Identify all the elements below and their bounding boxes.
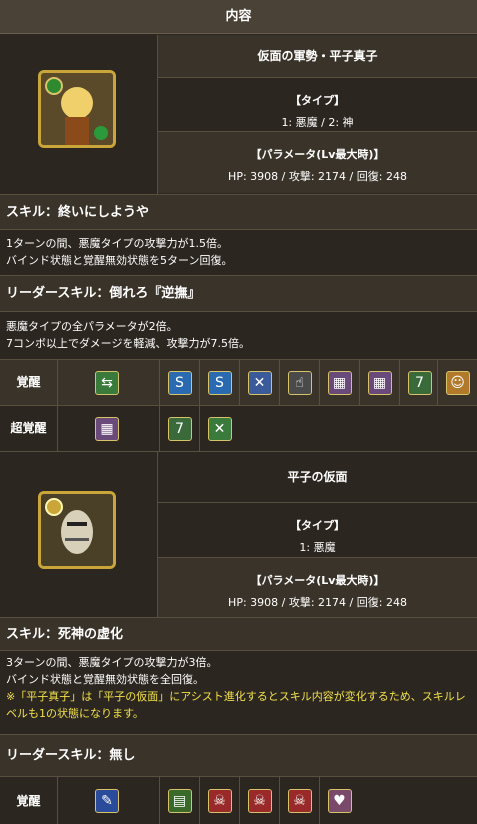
awakening-heart-plus-icon[interactable]: ♥ <box>319 777 359 824</box>
super-awakening-label: 超覚醒 <box>0 406 58 451</box>
card1-type-value: 1: 悪魔 / 2: 神 <box>281 116 354 129</box>
awakening-label: 覚醒 <box>0 360 58 405</box>
section-title: 内容 <box>225 9 252 24</box>
card2-skill-note: ※「平子真子」は「平子の仮面」にアシスト進化するとスキル内容が変化するため、スキ… <box>6 690 466 720</box>
super-awakening-sbr-icon[interactable]: ✕ <box>199 406 239 451</box>
card2-leader-title-row: リーダースキル：無し <box>0 734 477 776</box>
card1-param-label: 【パラメータ(Lv最大時)】 <box>250 148 385 161</box>
awakening-devil-killer-icon[interactable]: ☠ <box>279 777 319 824</box>
awakening-seven-combo-icon[interactable]: ▦ <box>319 360 359 405</box>
awakening-bind-resist-icon[interactable]: ☺ <box>437 360 477 405</box>
card2-portrait[interactable] <box>38 491 116 569</box>
card1-skill-desc: 1ターンの間、悪魔タイプの攻撃力が1.5倍。 バインド状態と覚醒無効状態を5ター… <box>0 229 477 275</box>
card1-awakening-row: 覚醒 ⇆ S S ✕ ☝ ▦ ▦ 7 ☺ <box>0 359 477 405</box>
awakening-sb-plus-icon[interactable]: ▤ <box>159 777 199 824</box>
awakening-seven-combo-plus-icon[interactable]: 7 <box>399 360 439 405</box>
section-header: 内容 <box>0 0 477 34</box>
card1-super-awakening-row: 超覚醒 ▦ 7 ✕ <box>0 405 477 451</box>
card2-param-label: 【パラメータ(Lv最大時)】 <box>250 574 385 587</box>
card2-param-value: HP: 3908 / 攻撃: 2174 / 回復: 248 <box>228 596 407 609</box>
card2-skill-title-row: スキル：死神の虚化 <box>0 617 477 650</box>
awakening-devil-killer-icon[interactable]: ☠ <box>199 777 239 824</box>
card1-info: 仮面の軍勢・平子真子 【タイプ】 1: 悪魔 / 2: 神 【パラメータ(Lv最… <box>158 35 477 194</box>
card2-leader-title: リーダースキル：無し <box>6 748 136 763</box>
card2-skill-desc-line: バインド状態と覚醒無効状態を全回復。 <box>6 673 204 686</box>
card1-leader-desc: 悪魔タイプの全パラメータが2倍。 7コンボ以上でダメージを軽減、攻撃力が7.5倍… <box>0 311 477 359</box>
card2-type-label: 【タイプ】 <box>290 519 345 532</box>
card1-leader-title-row: リーダースキル：倒れろ『逆撫』 <box>0 275 477 311</box>
super-awakening-seven-combo-plus-icon[interactable]: 7 <box>159 406 199 451</box>
awakening-seven-combo-icon[interactable]: ▦ <box>359 360 399 405</box>
card2-skill-title: スキル：死神の虚化 <box>6 627 124 642</box>
card1-skill-desc-line: バインド状態と覚醒無効状態を5ターン回復。 <box>6 254 233 267</box>
card1-type-label: 【タイプ】 <box>290 94 345 107</box>
awakening-devil-killer-icon[interactable]: ☠ <box>239 777 279 824</box>
card2-name: 平子の仮面 <box>158 452 477 502</box>
card2-skill-desc: 3ターンの間、悪魔タイプの攻撃力が3倍。 バインド状態と覚醒無効状態を全回復。 … <box>0 650 477 734</box>
awakening-two-way-icon[interactable]: ☝ <box>279 360 319 405</box>
super-awakening-seven-combo-icon[interactable]: ▦ <box>87 406 127 451</box>
card1-portrait[interactable] <box>38 70 116 148</box>
card1-portrait-cell <box>0 35 158 194</box>
card2-awakening-row: 覚醒 ✎ ▤ ☠ ☠ ☠ ♥ <box>0 776 477 824</box>
card2-info: 平子の仮面 【タイプ】 1: 悪魔 【パラメータ(Lv最大時)】 HP: 390… <box>158 451 477 617</box>
card1-leader-desc-line: 7コンボ以上でダメージを軽減、攻撃力が7.5倍。 <box>6 337 250 350</box>
awakening-sbr-icon[interactable]: ⇆ <box>87 360 127 405</box>
card2-type-value: 1: 悪魔 <box>299 541 336 554</box>
card2-portrait-cell <box>0 451 158 617</box>
awakening-combo-drop-icon[interactable]: S <box>199 360 239 405</box>
awakening-skill-boost-icon[interactable]: ✎ <box>87 777 127 824</box>
awakening-jammer-resist-icon[interactable]: ✕ <box>239 360 279 405</box>
awakening-label: 覚醒 <box>0 777 58 824</box>
card1-leader-desc-line: 悪魔タイプの全パラメータが2倍。 <box>6 320 178 333</box>
card1-leader-title: リーダースキル：倒れろ『逆撫』 <box>6 286 201 301</box>
card1-name: 仮面の軍勢・平子真子 <box>158 35 477 77</box>
card1-skill-title: スキル：終いにしようや <box>6 205 150 220</box>
card1-param-value: HP: 3908 / 攻撃: 2174 / 回復: 248 <box>228 170 407 183</box>
card1-skill-title-row: スキル：終いにしようや <box>0 194 477 229</box>
awakening-combo-drop-icon[interactable]: S <box>159 360 199 405</box>
card1-skill-desc-line: 1ターンの間、悪魔タイプの攻撃力が1.5倍。 <box>6 237 228 250</box>
card2-skill-desc-line: 3ターンの間、悪魔タイプの攻撃力が3倍。 <box>6 656 218 669</box>
